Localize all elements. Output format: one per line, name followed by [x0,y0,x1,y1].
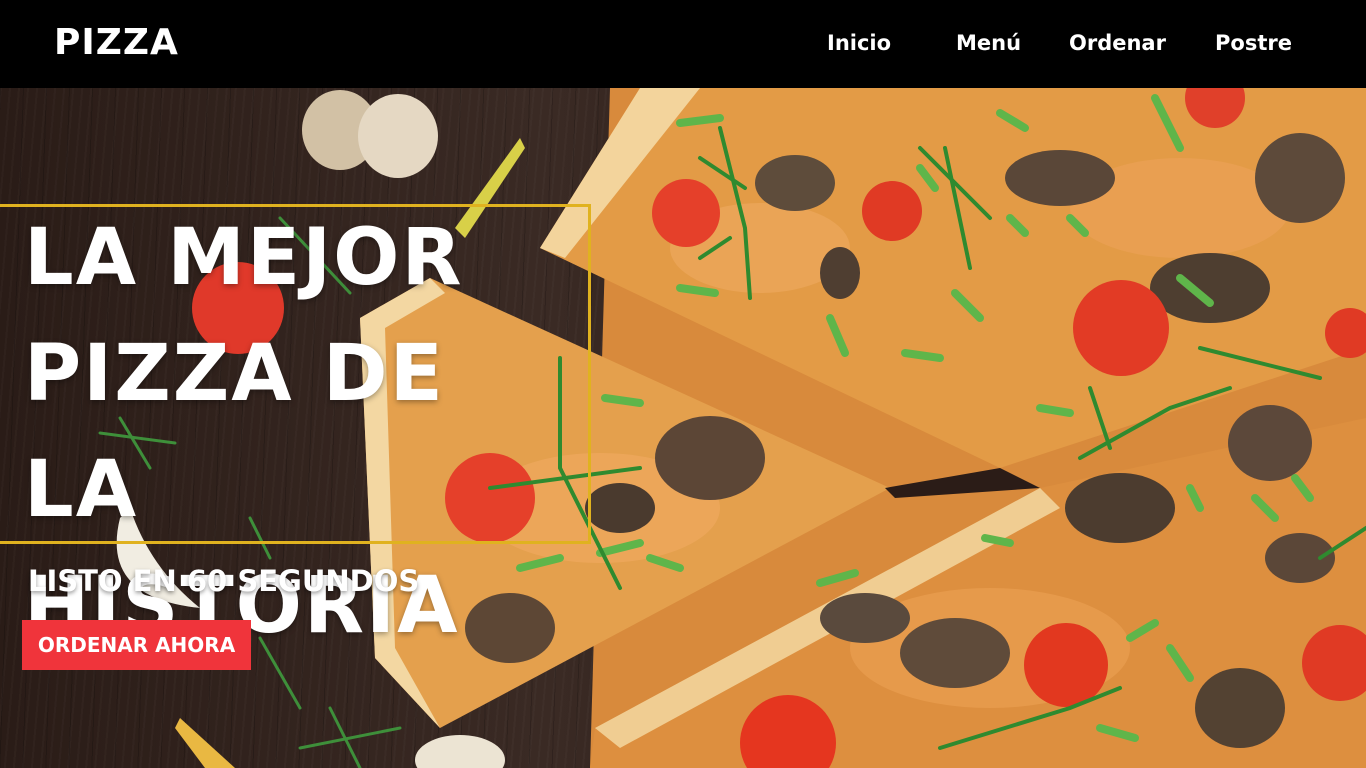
nav-link-ordenar[interactable]: Ordenar [1069,31,1166,55]
hero-subline: LISTO EN 60 SEGUNDOS [28,564,420,598]
nav-link-postre[interactable]: Postre [1215,31,1292,55]
nav-link-inicio[interactable]: Inicio [827,31,891,55]
order-now-button[interactable]: ORDENAR AHORA [22,620,251,670]
top-navbar: PIZZA Inicio Menú Ordenar Postre [0,0,1366,88]
headline-line-2: PIZZA DE LA [24,329,445,535]
headline-line-1: LA MEJOR [24,213,464,303]
hero-section: LA MEJOR PIZZA DE LA HISTORIA LISTO EN 6… [0,88,1366,768]
site-logo[interactable]: PIZZA [54,22,179,63]
nav-link-menu[interactable]: Menú [956,31,1021,55]
